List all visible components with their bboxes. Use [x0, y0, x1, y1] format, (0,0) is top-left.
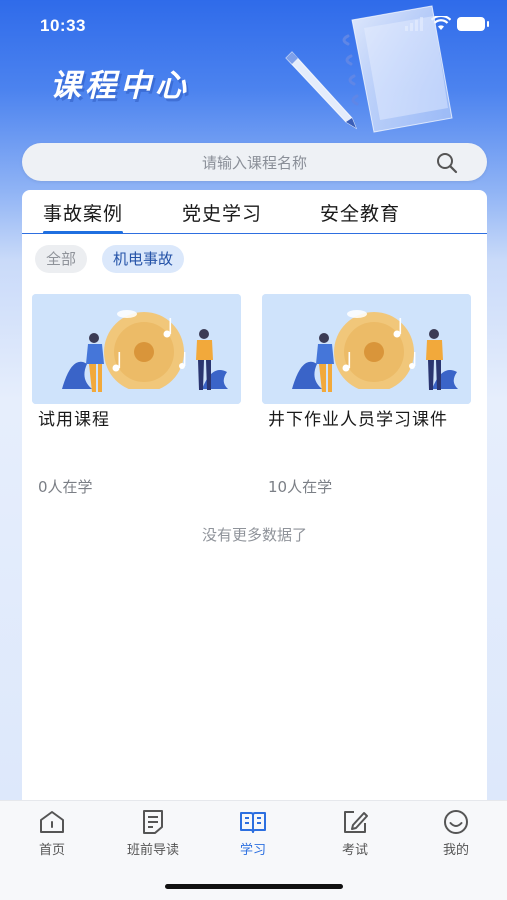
nav-label: 首页	[38, 843, 65, 858]
filter-chip-all[interactable]: 全部	[35, 245, 88, 273]
list-end-text: 没有更多数据了	[201, 526, 307, 544]
nav-study[interactable]: 学习	[213, 807, 293, 858]
nav-label: 我的	[442, 843, 469, 858]
nav-label: 考试	[341, 843, 368, 858]
course-title: 试用课程	[38, 410, 110, 430]
document-icon	[143, 810, 163, 834]
search-input[interactable]: 请输入课程名称	[22, 143, 487, 181]
search-placeholder: 请输入课程名称	[201, 154, 307, 172]
nav-label: 班前导读	[126, 843, 179, 858]
book-icon	[240, 812, 266, 833]
course-card[interactable]: 井下作业人员学习课件 10人在学	[262, 294, 471, 497]
music-illustration	[32, 294, 241, 404]
tab-party-history[interactable]: 党史学习	[182, 199, 262, 226]
course-card[interactable]: 试用课程 0人在学	[32, 294, 241, 497]
category-tabs: 事故案例 党史学习 安全教育	[22, 190, 487, 234]
tab-safety-education[interactable]: 安全教育	[320, 199, 400, 226]
music-illustration	[262, 294, 471, 404]
nav-pre-shift-reading[interactable]: 班前导读	[113, 807, 193, 858]
page-title: 课程中心	[50, 68, 190, 104]
course-panel: 事故案例 党史学习 安全教育 全部 机电事故 试用课程 0人在学 井下作业人员学…	[22, 190, 487, 800]
learner-count: 10人在学	[268, 478, 333, 496]
learner-count: 0人在学	[38, 478, 93, 496]
nav-label: 学习	[239, 843, 266, 858]
search-icon[interactable]	[435, 151, 459, 175]
edit-icon	[344, 811, 368, 833]
nav-exam[interactable]: 考试	[315, 807, 395, 858]
course-thumbnail	[262, 294, 471, 404]
status-time: 10:33	[40, 16, 86, 35]
home-indicator[interactable]	[165, 884, 343, 889]
course-thumbnail	[32, 294, 241, 404]
course-title: 井下作业人员学习课件	[268, 410, 448, 430]
nav-home[interactable]: 首页	[12, 807, 92, 858]
tab-accident-cases[interactable]: 事故案例	[43, 199, 124, 234]
nav-profile[interactable]: 我的	[416, 807, 496, 858]
notebook-pen-illustration	[285, 5, 453, 133]
home-icon	[40, 811, 64, 833]
filter-chip-electromechanical[interactable]: 机电事故	[102, 245, 185, 273]
smile-icon	[444, 810, 468, 834]
